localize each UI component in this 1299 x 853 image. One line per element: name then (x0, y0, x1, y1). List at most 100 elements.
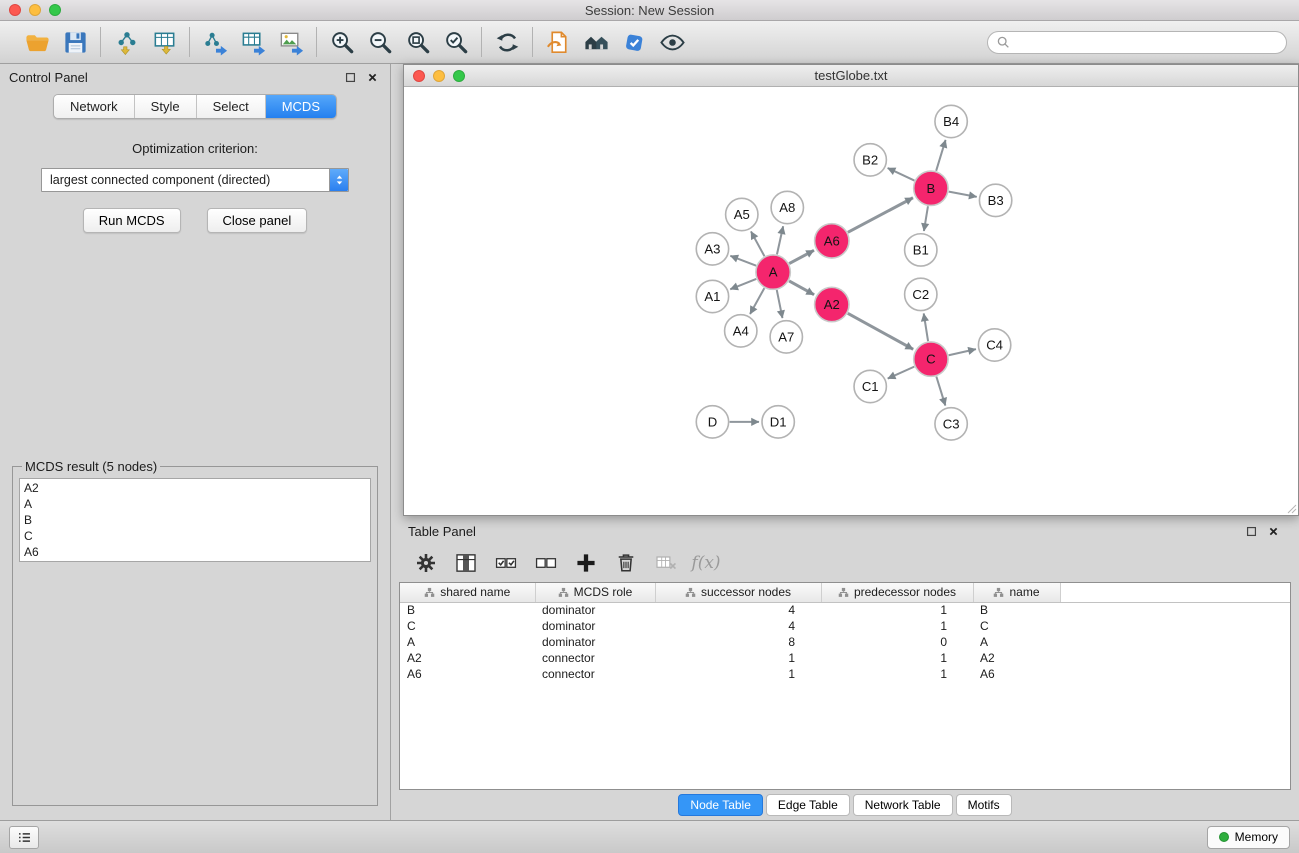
edge-B-B2[interactable] (888, 168, 915, 181)
cell-mcds-role[interactable]: dominator (535, 602, 655, 618)
import-table-button[interactable] (147, 25, 181, 59)
style-check-button[interactable] (617, 25, 651, 59)
cell-successor-nodes[interactable]: 8 (655, 634, 821, 650)
task-history-button[interactable] (9, 826, 39, 849)
edge-C-C4[interactable] (949, 349, 976, 355)
node-A5[interactable]: A5 (726, 198, 758, 230)
memory-button[interactable]: Memory (1207, 826, 1290, 849)
search-input[interactable] (1015, 35, 1277, 49)
node-A4[interactable]: A4 (725, 315, 757, 347)
network-graph[interactable]: B4B2BB3A5A8A6B1A3AC2A1A2A4A7C4CC1C3DD1 (404, 87, 1298, 515)
column-header-mcds-role[interactable]: MCDS role (535, 583, 655, 602)
export-image-button[interactable] (274, 25, 308, 59)
tab-node-table[interactable]: Node Table (678, 794, 763, 816)
network-zoom-button[interactable] (453, 70, 465, 82)
save-session-button[interactable] (58, 25, 92, 59)
column-select-button[interactable] (451, 548, 481, 578)
node-A1[interactable]: A1 (696, 280, 728, 312)
tab-edge-table[interactable]: Edge Table (766, 794, 850, 816)
cell-shared-name[interactable]: A2 (400, 650, 535, 666)
table-row[interactable]: Bdominator41B (400, 602, 1290, 618)
open-session-button[interactable] (20, 25, 54, 59)
mcds-result-item[interactable]: A2 (24, 480, 366, 496)
edge-B-B4[interactable] (936, 140, 945, 171)
optimization-criterion-select[interactable]: largest connected component (directed) (41, 168, 349, 192)
node-A3[interactable]: A3 (696, 233, 728, 265)
resize-grip[interactable] (1285, 502, 1297, 514)
cell-name[interactable]: C (973, 618, 1060, 634)
node-A2[interactable]: A2 (815, 287, 849, 321)
tab-motifs[interactable]: Motifs (956, 794, 1012, 816)
node-C3[interactable]: C3 (935, 408, 967, 440)
edge-A-A4[interactable] (750, 288, 764, 314)
column-header-successor-nodes[interactable]: successor nodes (655, 583, 821, 602)
mcds-result-item[interactable]: B (24, 512, 366, 528)
cell-successor-nodes[interactable]: 1 (655, 666, 821, 682)
edge-A2-C[interactable] (848, 313, 913, 349)
cell-predecessor-nodes[interactable]: 0 (821, 634, 973, 650)
cell-successor-nodes[interactable]: 4 (655, 618, 821, 634)
import-network-button[interactable] (109, 25, 143, 59)
deselect-all-button[interactable] (531, 548, 561, 578)
edge-C-C1[interactable] (888, 367, 915, 379)
node-A7[interactable]: A7 (770, 321, 802, 353)
network-overview-button[interactable] (579, 25, 613, 59)
select-all-button[interactable] (491, 548, 521, 578)
export-network-button[interactable] (198, 25, 232, 59)
edge-A-A2[interactable] (789, 281, 814, 295)
cell-predecessor-nodes[interactable]: 1 (821, 618, 973, 634)
cell-predecessor-nodes[interactable]: 1 (821, 650, 973, 666)
cell-name[interactable]: A6 (973, 666, 1060, 682)
mcds-result-item[interactable]: A (24, 496, 366, 512)
node-A[interactable]: A (756, 255, 790, 289)
network-canvas[interactable]: B4B2BB3A5A8A6B1A3AC2A1A2A4A7C4CC1C3DD1 (404, 87, 1298, 515)
cell-mcds-role[interactable]: connector (535, 650, 655, 666)
tab-select[interactable]: Select (197, 95, 266, 118)
edge-A6-B[interactable] (848, 198, 913, 233)
column-header-predecessor-nodes[interactable]: predecessor nodes (821, 583, 973, 602)
node-B3[interactable]: B3 (979, 184, 1011, 216)
mcds-result-list[interactable]: A2ABCA6 (19, 478, 371, 562)
edge-A-A3[interactable] (730, 256, 756, 266)
cell-successor-nodes[interactable]: 1 (655, 650, 821, 666)
cell-name[interactable]: A2 (973, 650, 1060, 666)
cell-predecessor-nodes[interactable]: 1 (821, 602, 973, 618)
edge-A-A7[interactable] (777, 290, 783, 318)
show-graphics-button[interactable] (655, 25, 689, 59)
search-field[interactable] (987, 31, 1287, 54)
edge-B-B1[interactable] (924, 206, 928, 231)
node-B[interactable]: B (914, 171, 948, 205)
mcds-result-item[interactable]: A6 (24, 544, 366, 560)
minimize-window-button[interactable] (29, 4, 41, 16)
cell-shared-name[interactable]: B (400, 602, 535, 618)
zoom-in-button[interactable] (325, 25, 359, 59)
node-C1[interactable]: C1 (854, 370, 886, 402)
open-document-button[interactable] (541, 25, 575, 59)
cell-mcds-role[interactable]: dominator (535, 634, 655, 650)
tab-style[interactable]: Style (135, 95, 197, 118)
node-B1[interactable]: B1 (905, 234, 937, 266)
zoom-selected-button[interactable] (439, 25, 473, 59)
add-row-button[interactable] (571, 548, 601, 578)
export-table-button[interactable] (236, 25, 270, 59)
apply-layout-button[interactable] (490, 25, 524, 59)
delete-row-button[interactable] (611, 548, 641, 578)
mcds-result-item[interactable]: C (24, 528, 366, 544)
node-B4[interactable]: B4 (935, 105, 967, 137)
table-close-panel-button[interactable] (1264, 522, 1282, 540)
cell-shared-name[interactable]: A (400, 634, 535, 650)
edge-A-A8[interactable] (777, 226, 783, 254)
node-C[interactable]: C (914, 342, 948, 376)
cell-shared-name[interactable]: A6 (400, 666, 535, 682)
table-row[interactable]: A6connector11A6 (400, 666, 1290, 682)
cell-mcds-role[interactable]: connector (535, 666, 655, 682)
edge-C-C3[interactable] (936, 377, 945, 406)
table-row[interactable]: Adominator80A (400, 634, 1290, 650)
node-D[interactable]: D (696, 406, 728, 438)
cell-shared-name[interactable]: C (400, 618, 535, 634)
zoom-fit-button[interactable] (401, 25, 435, 59)
float-panel-button[interactable] (341, 68, 359, 86)
network-close-button[interactable] (413, 70, 425, 82)
close-window-button[interactable] (9, 4, 21, 16)
column-header-shared-name[interactable]: shared name (400, 583, 535, 602)
